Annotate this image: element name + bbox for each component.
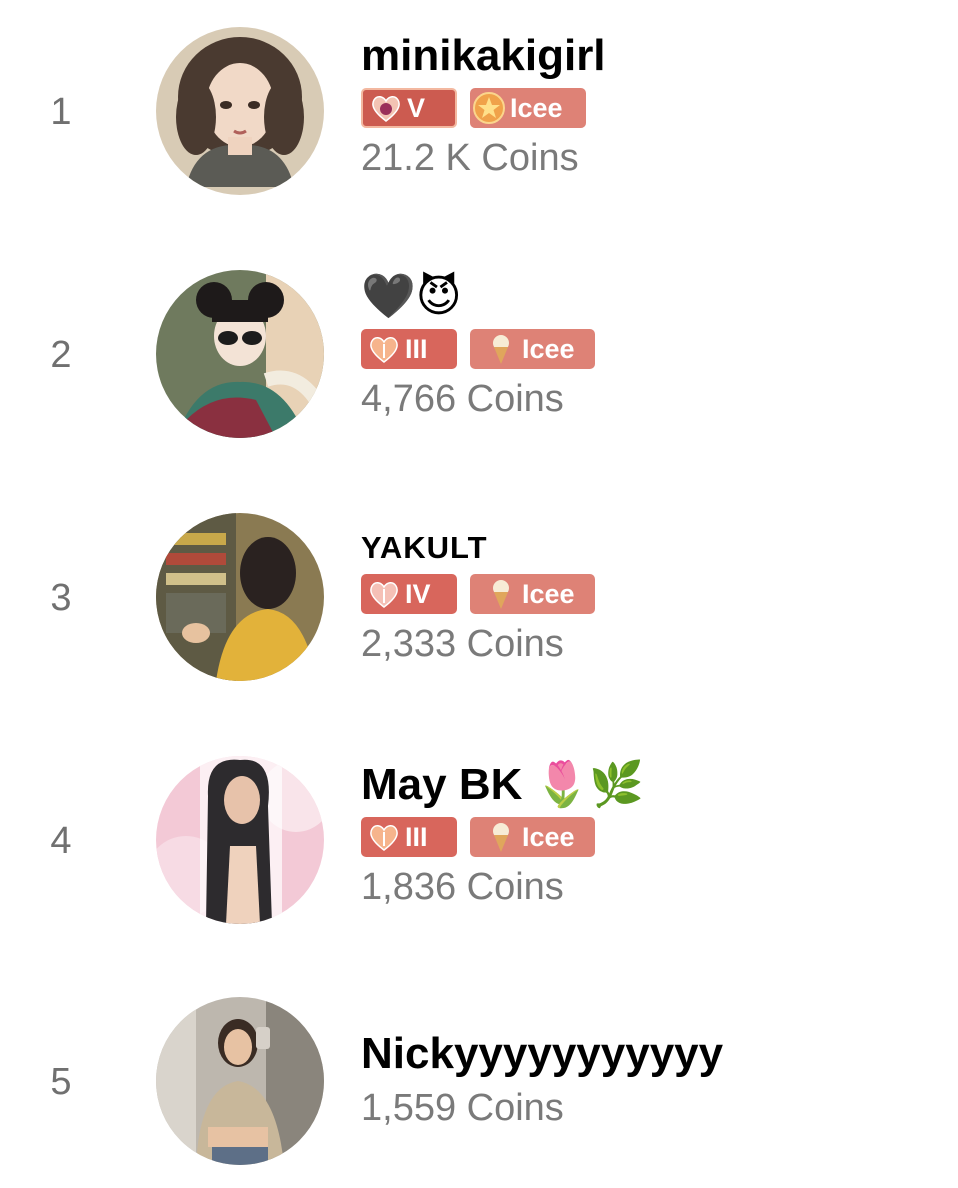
avatar[interactable] <box>156 756 324 924</box>
club-badge[interactable]: Icee <box>470 574 595 614</box>
rank-number: 5 <box>50 1061 72 1103</box>
avatar[interactable] <box>156 27 324 195</box>
coins-count: 2,333 Coins <box>361 623 564 665</box>
badge-row: III Icee <box>361 817 644 857</box>
rank-number: 4 <box>50 820 72 862</box>
level-badge[interactable]: V <box>361 88 457 128</box>
heart-level-icon <box>372 96 400 122</box>
list-item[interactable]: 3 YAKULT IV Icee 2,333 Coins <box>0 496 958 696</box>
username: Nickyyyyyyyyyyy <box>361 1029 724 1078</box>
badge-row: IV Icee <box>361 574 595 614</box>
username: minikakigirl <box>361 31 606 80</box>
ice-cream-icon <box>493 580 509 609</box>
club-badge-label: Icee <box>522 579 575 609</box>
level-badge-label: V <box>407 93 426 123</box>
list-item[interactable]: 2 🖤😈 III Icee 4,766 Coins <box>0 253 958 453</box>
level-badge-label: III <box>405 822 428 852</box>
coins-count: 4,766 Coins <box>361 378 564 420</box>
list-item[interactable]: 1 minikakigirl V Icee 21.2 K Coins <box>0 10 958 210</box>
club-badge[interactable]: Icee <box>470 817 595 857</box>
ice-cream-icon <box>493 823 509 852</box>
username: May BK 🌷🌿 <box>361 760 645 809</box>
coins-count: 1,836 Coins <box>361 866 564 908</box>
coins-count: 21.2 K Coins <box>361 137 579 179</box>
list-item[interactable]: 5 Nickyyyyyyyyyyy 1,559 Coins <box>0 980 958 1180</box>
level-badge-label: III <box>405 334 428 364</box>
avatar[interactable] <box>156 997 324 1165</box>
club-badge[interactable]: Icee <box>470 329 595 369</box>
club-badge-label: Icee <box>522 822 575 852</box>
level-badge-label: IV <box>405 579 431 609</box>
club-badge-label: Icee <box>510 93 563 123</box>
level-badge[interactable]: III <box>361 817 457 857</box>
star-medal-icon <box>473 92 505 124</box>
club-badge-label: Icee <box>522 334 575 364</box>
ice-cream-icon <box>493 335 509 364</box>
club-badge[interactable]: Icee <box>470 88 586 128</box>
heart-level-icon <box>370 825 398 851</box>
level-badge[interactable]: IV <box>361 574 457 614</box>
avatar[interactable] <box>156 513 324 681</box>
rank-number: 1 <box>50 91 72 133</box>
username: YAKULT <box>361 530 488 565</box>
rank-number: 3 <box>50 577 72 619</box>
leaderboard-list: 1 minikakigirl V Icee 21.2 K Coins 2 🖤😈 … <box>0 0 958 1188</box>
rank-number: 2 <box>50 334 72 376</box>
list-item[interactable]: 4 May BK 🌷🌿 III Icee 1,836 Coins <box>0 739 958 939</box>
level-badge[interactable]: III <box>361 329 457 369</box>
heart-level-icon <box>370 337 398 363</box>
username: 🖤😈 <box>361 272 462 321</box>
avatar[interactable] <box>156 270 324 438</box>
heart-level-icon <box>370 582 398 608</box>
badge-row: V Icee <box>361 88 606 128</box>
coins-count: 1,559 Coins <box>361 1087 564 1129</box>
badge-row: III Icee <box>361 329 595 369</box>
